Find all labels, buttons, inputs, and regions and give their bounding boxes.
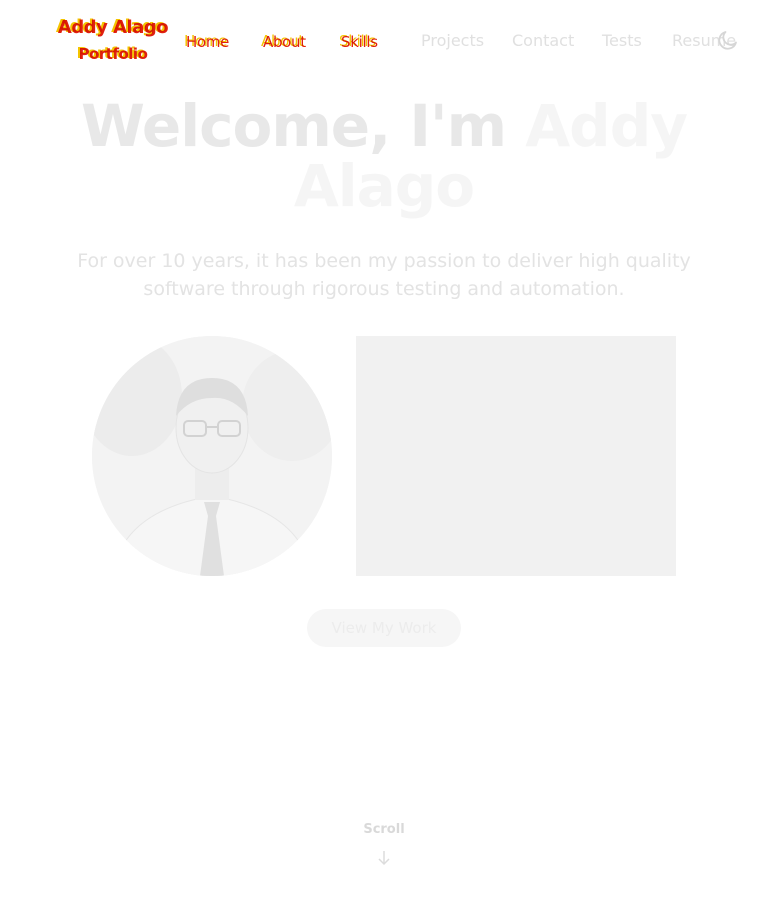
nav-tests[interactable]: Tests: [602, 30, 642, 52]
nav-skills[interactable]: Skills: [339, 30, 377, 53]
site-header: Addy Alago Portfolio Home About Skills P…: [0, 0, 768, 80]
hero-title: Welcome, I'm Addy Alago: [0, 96, 768, 216]
nav-home[interactable]: Home: [184, 30, 229, 53]
media-placeholder: [356, 336, 676, 576]
nav-contact[interactable]: Contact: [512, 30, 574, 52]
nav-about[interactable]: About: [261, 30, 306, 53]
arrow-down-icon[interactable]: [376, 850, 392, 866]
hero-title-prefix: Welcome, I'm: [80, 92, 526, 160]
profile-photo: [92, 336, 332, 576]
moon-icon: [718, 31, 737, 50]
site-logo[interactable]: Addy Alago Portfolio: [50, 14, 174, 67]
hero-subtitle: For over 10 years, it has been my passio…: [77, 250, 691, 300]
logo-tagline: Portfolio: [50, 40, 174, 67]
scroll-label[interactable]: Scroll: [0, 822, 768, 837]
theme-toggle-button[interactable]: [716, 28, 740, 52]
logo-name: Addy Alago: [50, 14, 174, 41]
nav-projects[interactable]: Projects: [421, 30, 484, 52]
view-my-work-button[interactable]: View My Work: [307, 609, 461, 647]
